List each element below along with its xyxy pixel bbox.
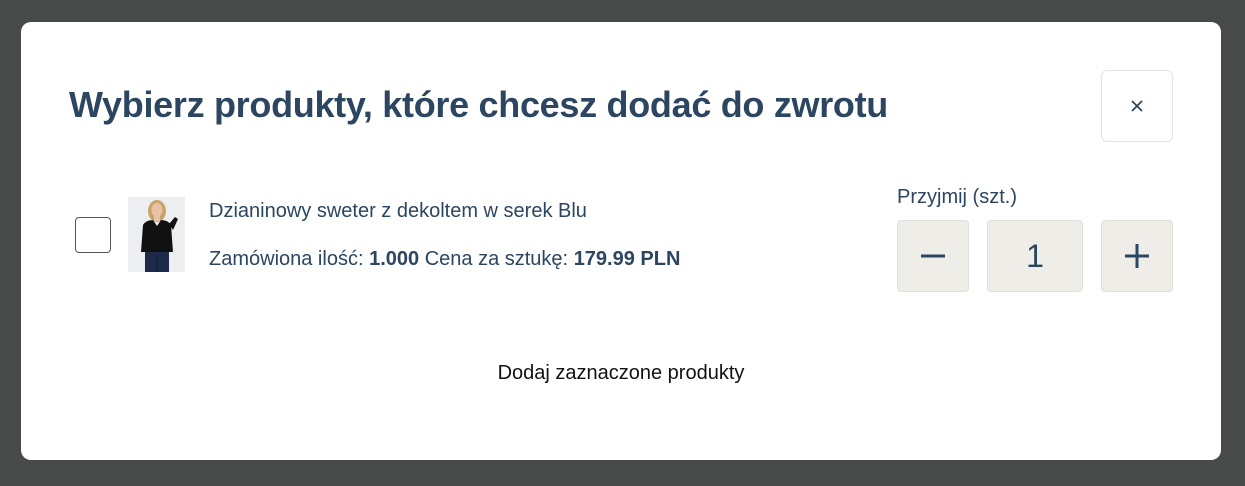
increase-quantity-button[interactable] <box>1101 220 1173 292</box>
modal-title: Wybierz produkty, które chcesz dodać do … <box>69 84 888 125</box>
ordered-qty-label: Zamówiona ilość: <box>209 248 364 270</box>
close-icon <box>1131 100 1143 112</box>
unit-price-label: Cena za sztukę: <box>424 248 569 270</box>
product-meta: Zamówiona ilość: 1.000 Cena za sztukę: 1… <box>209 248 680 271</box>
decrease-quantity-button[interactable] <box>897 220 969 292</box>
product-name: Dzianinowy sweter z dekoltem w serek Blu <box>209 200 587 222</box>
minus-icon <box>921 254 945 258</box>
product-thumbnail <box>128 197 185 272</box>
ordered-qty-value: 1.000 <box>369 248 420 270</box>
unit-price-value: 179.99 PLN <box>573 248 681 270</box>
return-products-modal: Wybierz produkty, które chcesz dodać do … <box>21 22 1221 460</box>
close-button[interactable] <box>1101 70 1173 142</box>
plus-icon <box>1125 244 1149 268</box>
quantity-input[interactable] <box>987 220 1083 292</box>
add-selected-products-button[interactable]: Dodaj zaznaczone produkty <box>21 362 1221 385</box>
quantity-label: Przyjmij (szt.) <box>897 186 1017 208</box>
product-checkbox[interactable] <box>75 217 111 253</box>
